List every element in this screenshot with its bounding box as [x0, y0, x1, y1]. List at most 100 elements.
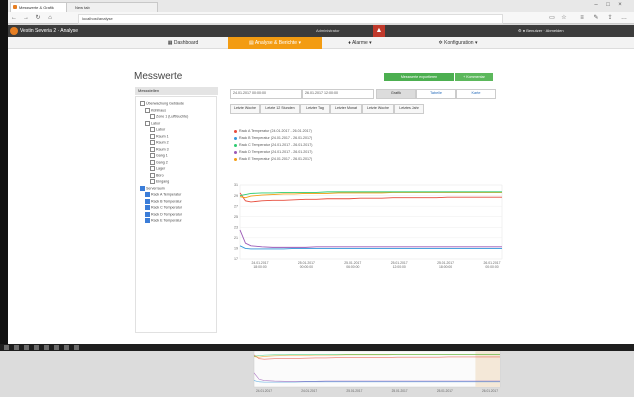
range-button[interactable]: Letzte 12 Stunden [260, 104, 300, 114]
tree-checkbox[interactable] [150, 172, 155, 178]
tab-karte[interactable]: Karte [456, 89, 496, 99]
browser-tab-active[interactable]: Messwerte & Grafik [10, 2, 74, 12]
range-button[interactable]: Letztes Jahr [394, 104, 424, 114]
tree-node[interactable]: Raum 1 [150, 133, 169, 139]
tree-node-label: Gang 2 [156, 159, 168, 164]
tree-checkbox[interactable] [150, 159, 155, 165]
taskbar-app-icon[interactable] [54, 345, 59, 350]
tree-checkbox[interactable] [150, 153, 155, 158]
tree-checkbox[interactable] [145, 192, 150, 197]
range-button[interactable]: Letzter Monat [330, 104, 362, 114]
taskbar-app-icon[interactable] [44, 345, 49, 350]
legend-item[interactable]: Rack A Temperatur (24.01.2017 - 26.01.20… [234, 129, 312, 134]
taskbar-app-icon[interactable] [24, 345, 29, 350]
range-button[interactable]: Letzte Woche [230, 104, 260, 114]
tab-tabelle[interactable]: Tabelle [416, 89, 456, 99]
tree-node[interactable]: Rack D Temperatur [145, 211, 182, 217]
export-button[interactable]: Messwerte exportieren [384, 73, 454, 81]
tree-node[interactable]: Rack A Temperatur [145, 192, 181, 197]
tree-node[interactable]: Gang 2 [150, 159, 168, 165]
taskbar-app-icon[interactable] [4, 345, 9, 350]
legend-item[interactable]: Rack B Temperatur (24.01.2017 - 26.01.20… [234, 136, 312, 141]
favorite-star-icon[interactable]: ☆ [560, 14, 568, 22]
range-button[interactable]: Letzter Tag [300, 104, 330, 114]
tree-checkbox[interactable] [140, 185, 145, 191]
tree-node[interactable]: Kühlhaus [145, 107, 166, 113]
page-title: Messwerte [134, 71, 183, 82]
refresh-icon[interactable]: ↻ [34, 14, 42, 22]
navigator-chart[interactable]: 24.01.2017 24.01.2017 25.01.2017 25.01.2017… [252, 349, 502, 397]
notes-icon[interactable]: ✎ [592, 14, 600, 22]
tree-node-label: Raum 2 [156, 140, 169, 145]
legend-color-icon [234, 143, 237, 147]
date-to-input[interactable]: 26.01.2017 12:00:00 [302, 89, 374, 99]
nav-konfiguration[interactable]: ✲ Konfiguration ▾ [418, 37, 498, 49]
tree-checkbox[interactable] [145, 205, 150, 210]
tab-grafik[interactable]: Grafik [376, 89, 416, 99]
taskbar-app-icon[interactable] [64, 345, 69, 350]
tree-checkbox[interactable] [150, 166, 155, 171]
tree-node[interactable]: Labor [150, 127, 165, 132]
tree-node[interactable]: Labor [145, 120, 160, 126]
tree-checkbox[interactable] [150, 179, 155, 184]
forward-icon[interactable]: → [22, 14, 30, 22]
user-icon[interactable]: ● [523, 28, 525, 33]
browser-tab[interactable]: New tab [66, 2, 158, 12]
date-from-input[interactable]: 24.01.2017 00:00:00 [230, 89, 302, 99]
tree-node-label: Eingang [156, 179, 170, 184]
bell-icon[interactable]: ▲ [373, 25, 385, 37]
tree-node[interactable]: Gang 1 [150, 153, 168, 158]
tree-node[interactable]: Überwachung Gebäude [140, 101, 184, 106]
taskbar-app-icon[interactable] [34, 345, 39, 350]
comment-button[interactable]: + Kommentar [455, 73, 493, 81]
share-icon[interactable]: ⇪ [606, 14, 614, 22]
tree-node[interactable]: Serverraum [140, 185, 165, 191]
user-name[interactable]: Administrator [313, 27, 343, 35]
settings-icon[interactable]: ⚙ [518, 28, 522, 33]
legend-label: Rack B Temperatur (24.01.2017 - 26.01.20… [239, 136, 313, 140]
tree-checkbox[interactable] [145, 198, 150, 204]
tree-checkbox[interactable] [145, 211, 150, 217]
hub-icon[interactable]: ≡ [578, 14, 586, 22]
tree-node[interactable]: Rack C Temperatur [145, 205, 182, 210]
tree-node[interactable]: Zone 1 (Luftfeuchte) [150, 114, 188, 119]
tree-checkbox[interactable] [150, 140, 155, 145]
tree-node[interactable]: Raum 3 [150, 146, 169, 152]
taskbar-app-icon[interactable] [74, 345, 79, 350]
tree-checkbox[interactable] [145, 107, 150, 113]
nav-alarme[interactable]: ♦ Alarme ▾ [330, 37, 390, 49]
range-button[interactable]: Letzte Woche [362, 104, 394, 114]
legend-color-icon [234, 157, 237, 161]
close-window-icon[interactable]: × [616, 1, 624, 9]
tree-node[interactable]: Eingang [150, 179, 169, 184]
taskbar-app-icon[interactable] [14, 345, 19, 350]
legend-item[interactable]: Rack D Temperatur (24.01.2017 - 26.01.20… [234, 150, 312, 155]
nav-analyse[interactable]: ▤ Analyse & Berichte ▾ [228, 37, 322, 49]
minimize-icon[interactable]: – [592, 1, 600, 9]
tree-node[interactable]: Raum 2 [150, 140, 169, 145]
tree-node[interactable]: Lager [150, 166, 165, 171]
nav-dashboard[interactable]: ▦ Dashboard [148, 37, 218, 49]
maximize-icon[interactable]: □ [604, 1, 612, 9]
navigator-x-label: 25.01.2017 [437, 389, 453, 393]
reading-view-icon[interactable]: ▭ [548, 14, 556, 22]
legend-item[interactable]: Rack E Temperatur (24.01.2017 - 26.01.20… [234, 157, 312, 162]
tree-checkbox[interactable] [150, 146, 155, 152]
tree-checkbox[interactable] [145, 120, 150, 126]
back-icon[interactable]: ← [10, 14, 18, 22]
more-icon[interactable]: … [620, 14, 628, 22]
legend-item[interactable]: Rack C Temperatur (24.01.2017 - 26.01.20… [234, 143, 312, 148]
tree-node[interactable]: Rack B Temperatur [145, 198, 182, 204]
desktop-left-strip [0, 0, 8, 344]
tree-checkbox[interactable] [150, 114, 155, 119]
tree-checkbox[interactable] [140, 101, 145, 106]
tree-checkbox[interactable] [150, 133, 155, 139]
tree-node[interactable]: Rack E Temperatur [145, 218, 182, 223]
home-icon[interactable]: ⌂ [46, 14, 54, 22]
tab-label: New tab [75, 5, 90, 10]
tree-node[interactable]: Büro [150, 172, 164, 178]
url-input[interactable]: localhost/analyse [78, 14, 503, 24]
tree-checkbox[interactable] [145, 218, 150, 223]
header-user-menu[interactable]: ⚙ ● Benutzer · Abmelden [518, 25, 564, 37]
tree-checkbox[interactable] [150, 127, 155, 132]
